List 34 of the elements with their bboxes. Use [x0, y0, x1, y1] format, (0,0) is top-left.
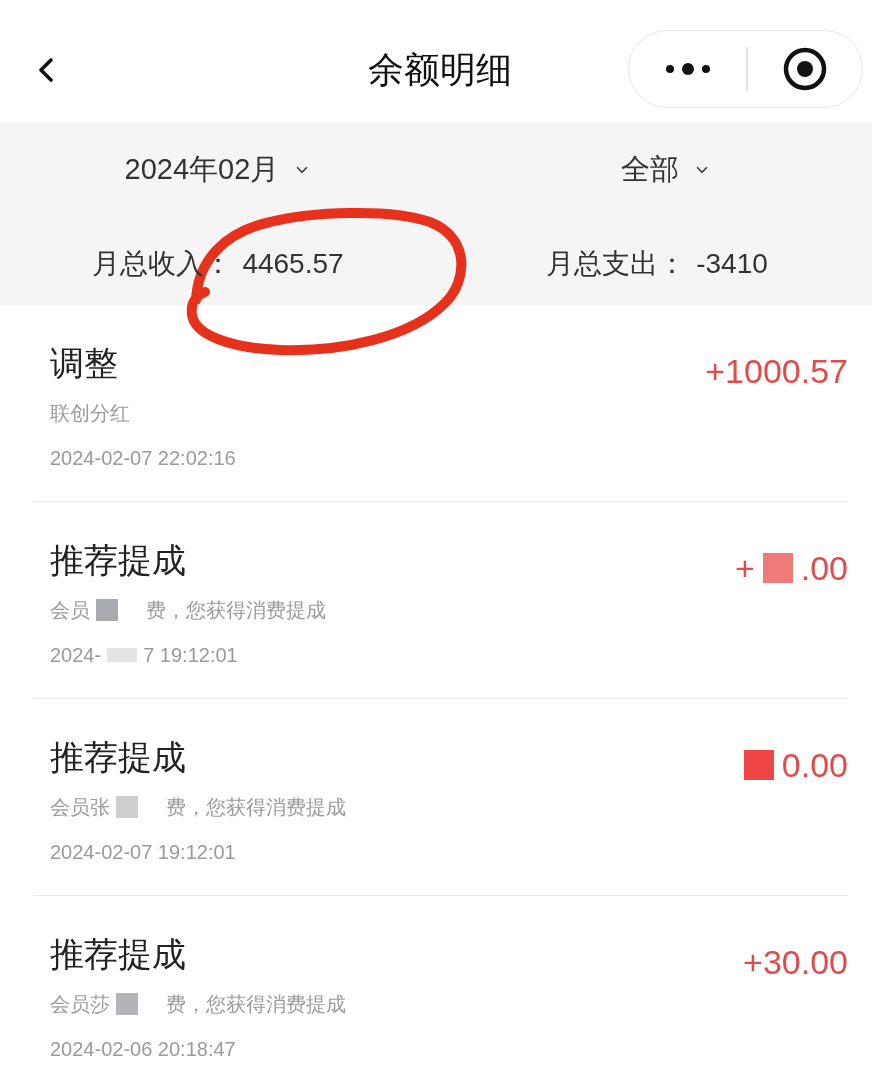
- record-amount: +1000.57: [705, 351, 848, 391]
- record-title: 推荐提成: [50, 934, 187, 974]
- record-date: 2024-02-07 22:02:16: [50, 446, 236, 471]
- more-dots-icon: [664, 63, 711, 75]
- record-date: 2024-02-07 19:12:01: [50, 840, 236, 865]
- filter-dropdown[interactable]: 2024年02月: [124, 148, 312, 192]
- record-description: 费，您获得消费提成: [146, 598, 326, 623]
- record-description: 会员: [50, 598, 90, 623]
- filter-dropdown[interactable]: 全部: [621, 148, 711, 192]
- page-title: 余额明细: [368, 48, 512, 92]
- record-amount: .00: [800, 548, 848, 588]
- record-title: 调整: [50, 343, 119, 383]
- summary-label: 月总收入：: [92, 247, 233, 281]
- record-title: 推荐提成: [50, 540, 187, 580]
- record-description: 会员莎: [50, 992, 110, 1017]
- target-circle-icon: [783, 47, 827, 91]
- record-title: 推荐提成: [50, 737, 187, 777]
- record-item[interactable]: 推荐提成 会员张 费，您获得消费提成 2024-02-07 19:12:01 0.00: [33, 699, 848, 896]
- record-description: 费，您获得消费提成: [166, 795, 346, 820]
- record-description: 费，您获得消费提成: [166, 992, 346, 1017]
- record-description: 联创分红: [50, 401, 130, 426]
- record-item[interactable]: 推荐提成 会员 费，您获得消费提成 2024- 7 19:12:01 + .00: [33, 502, 848, 699]
- record-amount: +: [734, 548, 755, 588]
- record-amount: 0.00: [781, 745, 848, 785]
- summary-value: 4465.57: [242, 247, 344, 281]
- record-description: 会员张: [50, 795, 110, 820]
- summary-value: -3410: [696, 247, 768, 281]
- record-date: 2024-: [50, 643, 102, 668]
- record-date: 2024-02-06 20:18:47: [50, 1037, 236, 1062]
- record-item[interactable]: 推荐提成 会员莎 费，您获得消费提成 2024-02-06 20:18:47 +30.00: [33, 896, 848, 1062]
- record-item[interactable]: 调整 联创分红 2024-02-07 22:02:16 +1000.57: [33, 305, 848, 502]
- record-date: 7 19:12:01: [143, 643, 238, 668]
- summary-label: 月总支出：: [546, 247, 687, 281]
- record-amount: +30.00: [743, 942, 848, 982]
